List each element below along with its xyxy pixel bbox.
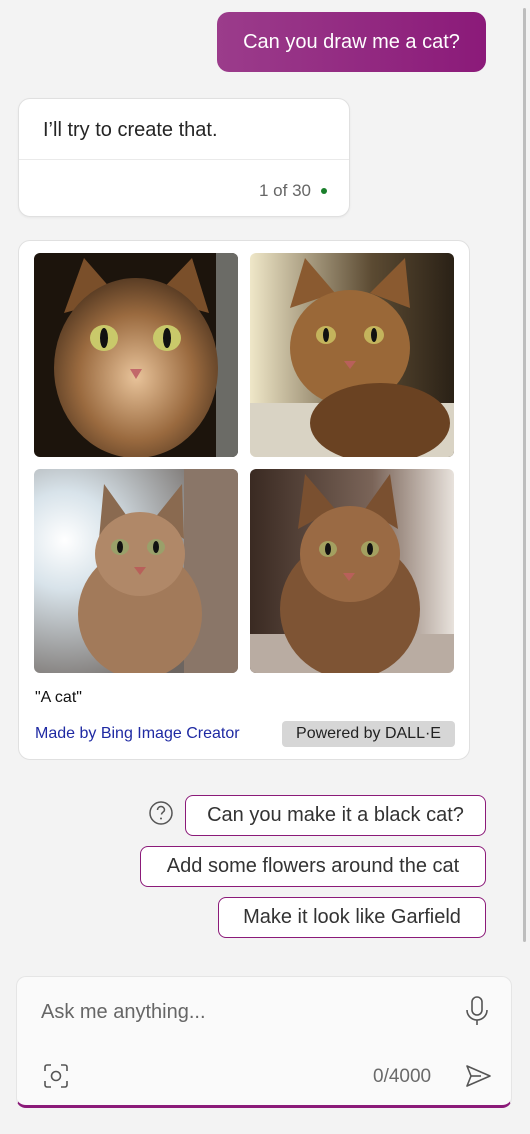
message-input[interactable]: Ask me anything... — [41, 1001, 206, 1024]
character-counter: 0/4000 — [373, 1066, 432, 1087]
made-by-link[interactable]: Made by Bing Image Creator — [35, 725, 240, 743]
user-message: Can you draw me a cat? — [217, 12, 486, 72]
question-icon[interactable] — [148, 800, 174, 826]
suggestion-black-cat[interactable]: Can you make it a black cat? — [185, 795, 486, 836]
send-icon[interactable] — [463, 1061, 493, 1091]
status-dot — [321, 188, 327, 194]
divider — [19, 159, 349, 160]
bot-message-text: I’ll try to create that. — [43, 119, 218, 141]
suggestion-garfield[interactable]: Make it look like Garfield — [218, 897, 486, 938]
visual-search-icon[interactable] — [41, 1061, 71, 1091]
image-caption: "A cat" — [35, 689, 82, 706]
generated-image-2[interactable] — [250, 253, 454, 457]
chat-composer[interactable]: Ask me anything... 0/4000 — [16, 976, 512, 1108]
image-result-card: "A cat" Made by Bing Image Creator Power… — [18, 240, 470, 760]
suggestion-add-flowers[interactable]: Add some flowers around the cat — [140, 846, 486, 887]
turn-counter: 1 of 30 — [259, 181, 311, 200]
generated-image-4[interactable] — [250, 469, 454, 673]
generated-image-1[interactable] — [34, 253, 238, 457]
bot-message-card: I’ll try to create that. 1 of 30 — [18, 98, 350, 217]
microphone-icon[interactable] — [463, 995, 491, 1027]
generated-image-3[interactable] — [34, 469, 238, 673]
powered-by-badge: Powered by DALL·E — [282, 721, 455, 747]
scrollbar[interactable] — [523, 8, 526, 942]
